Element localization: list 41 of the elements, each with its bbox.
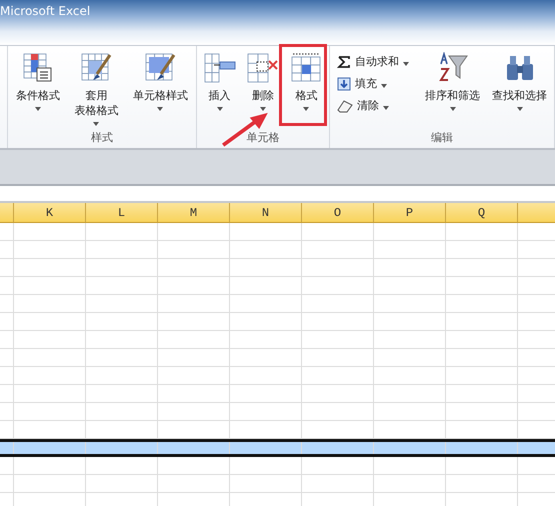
dropdown-caret-icon [383, 106, 389, 110]
dropdown-caret-icon [516, 107, 522, 111]
group-label: 单元格 [246, 130, 280, 146]
dropdown-caret-icon [157, 107, 164, 111]
sort-filter-icon [436, 52, 468, 84]
column-header[interactable]: L [86, 203, 158, 222]
ribbon-button[interactable]: 删除 [244, 52, 282, 130]
ribbon-small-button[interactable]: 自动求和 [337, 52, 409, 71]
dropdown-caret-icon [403, 62, 409, 66]
column-header[interactable]: O [302, 203, 374, 222]
dropdown-caret-icon [381, 84, 387, 88]
dropdown-caret-icon [450, 107, 456, 111]
ribbon-button[interactable]: 套用 表格格式 [74, 52, 118, 130]
sigma-icon [337, 54, 351, 68]
column-header[interactable]: P [374, 203, 446, 222]
eraser-icon [337, 98, 353, 112]
column-header[interactable]: M [158, 203, 230, 222]
dropdown-caret-icon [93, 122, 100, 126]
column-header[interactable]: N [230, 203, 302, 222]
ribbon-small-button[interactable]: 填充 [337, 74, 409, 93]
ribbon-button[interactable]: 格式 [287, 52, 326, 130]
window-title: Microsoft Excel [0, 4, 90, 18]
ribbon-small-button[interactable]: 清除 [337, 96, 409, 115]
conditional-format-icon [22, 52, 54, 84]
ribbon-button[interactable]: 查找和选择 [492, 52, 547, 130]
sheet-row[interactable] [0, 439, 555, 457]
format-cells-icon [290, 52, 322, 84]
insert-cells-icon [204, 52, 236, 84]
ribbon-button[interactable]: 单元格样式 [132, 52, 188, 130]
column-header[interactable]: K [14, 203, 86, 222]
column-header[interactable]: Q [446, 203, 518, 222]
group-label: 编辑 [431, 130, 453, 146]
dropdown-caret-icon [35, 107, 42, 111]
dropdown-caret-icon [216, 107, 223, 111]
ribbon-button[interactable]: 排序和筛选 [425, 52, 480, 130]
fill-down-icon [337, 76, 351, 90]
ribbon-button[interactable]: 条件格式 [16, 52, 60, 130]
group-label: 样式 [91, 130, 113, 146]
dropdown-caret-icon [303, 107, 310, 111]
delete-cells-icon [246, 52, 279, 84]
ribbon-button[interactable]: 插入 [200, 52, 239, 130]
